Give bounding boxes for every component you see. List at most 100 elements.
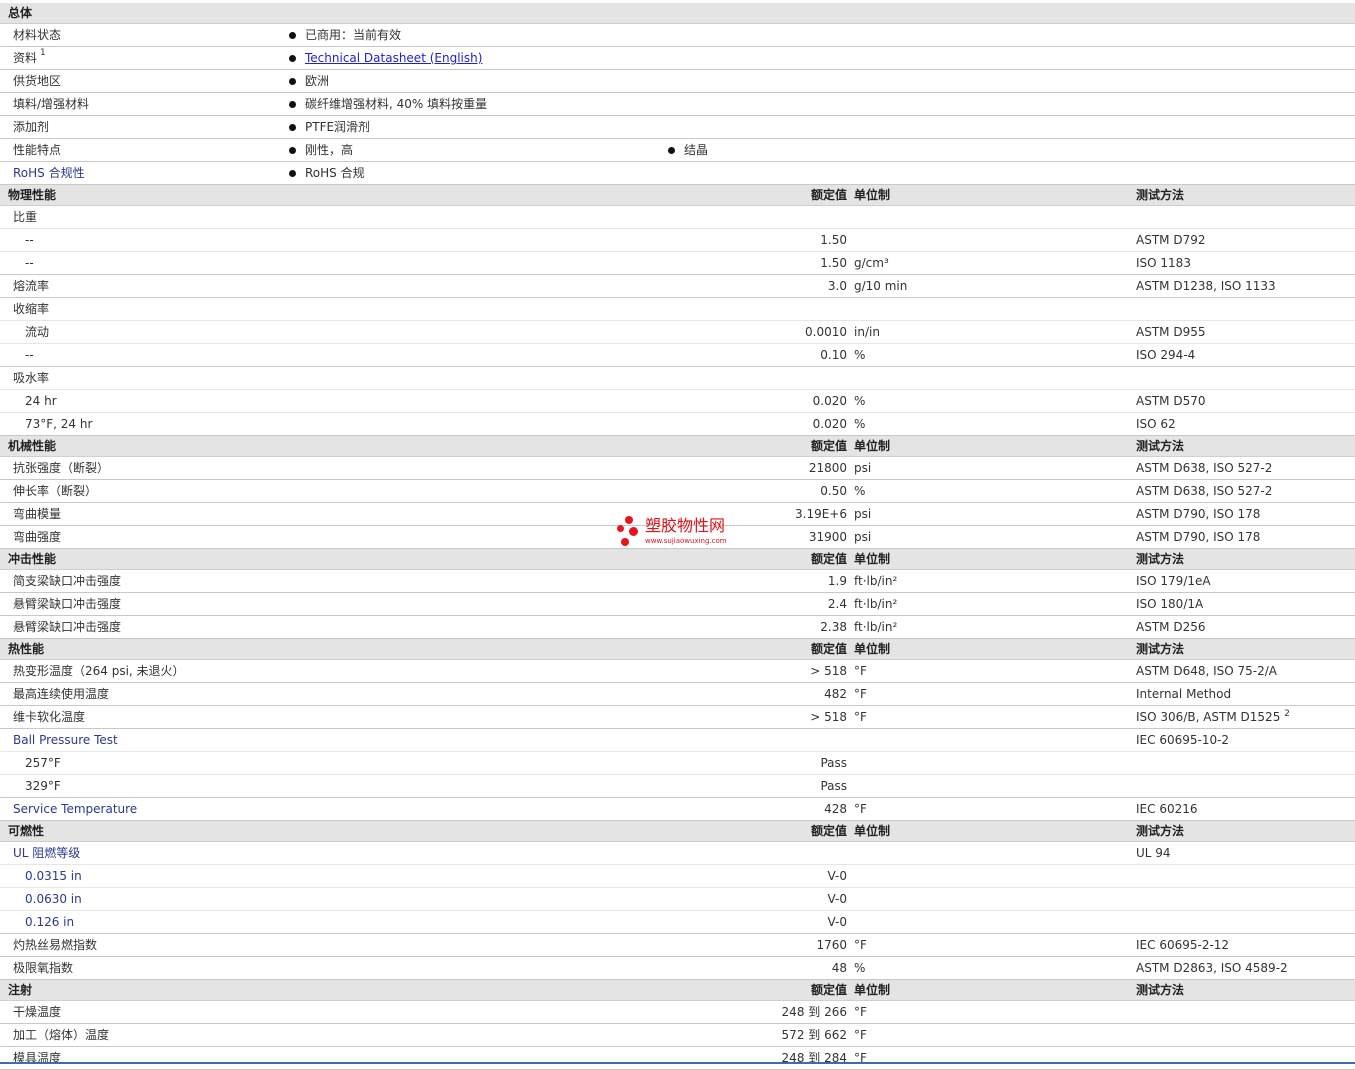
property-row: 模具温度 248 到 284 °F — [0, 1047, 1355, 1070]
property-value: 刚性，高 — [305, 143, 354, 157]
property-unit: psi — [854, 507, 872, 521]
property-unit: °F — [854, 1051, 867, 1065]
unit-header: 单位制 — [854, 824, 891, 838]
property-unit: °F — [854, 664, 867, 678]
property-value: V-0 — [827, 915, 847, 929]
property-value: 248 到 284 — [781, 1051, 847, 1065]
property-label: 0.0630 in — [25, 892, 82, 906]
unit-header: 单位制 — [854, 642, 891, 656]
property-row: 抗张强度（断裂） 21800 psi ASTM D638, ISO 527-2 — [0, 457, 1355, 480]
general-row: 添加剂 PTFE润滑剂 — [0, 116, 1355, 139]
property-row: 最高连续使用温度 482 °F Internal Method — [0, 683, 1355, 706]
test-method: ISO 1183 — [1136, 252, 1191, 275]
watermark-logo: 塑胶物性网 www.sujiaowuxing.com — [615, 516, 745, 550]
test-method: IEC 60695-2-12 — [1136, 934, 1229, 957]
test-method-text: ASTM D570 — [1136, 394, 1206, 408]
property-value: 572 到 662 — [781, 1028, 847, 1042]
test-method-header: 测试方法 — [1136, 983, 1185, 997]
unit-header: 单位制 — [854, 552, 891, 566]
property-label: -- — [25, 256, 34, 270]
watermark-url: www.sujiaowuxing.com — [645, 537, 727, 545]
property-label: 吸水率 — [13, 371, 50, 385]
section-title: 机械性能 — [8, 439, 57, 453]
property-row: 收缩率 — [0, 298, 1355, 321]
property-row: 0.0315 in V-0 — [0, 865, 1355, 888]
property-row: 257°F Pass — [0, 752, 1355, 775]
general-row: 填料/增强材料 碳纤维增强材料, 40% 填料按重量 — [0, 93, 1355, 116]
property-label: 抗张强度（断裂） — [13, 461, 110, 475]
property-value: 1.50 — [820, 256, 847, 270]
nominal-value-header: 额定值 — [810, 188, 847, 202]
property-label: 供货地区 — [13, 74, 62, 88]
property-value: 0.020 — [812, 394, 847, 408]
section-title: 热性能 — [8, 642, 45, 656]
property-label: 资料 — [13, 51, 38, 65]
property-label: 干燥温度 — [13, 1005, 62, 1019]
property-label: 加工（熔体）温度 — [13, 1028, 110, 1042]
general-row: RoHS 合规性 RoHS 合规 — [0, 162, 1355, 185]
property-label: 收缩率 — [13, 302, 50, 316]
section-header: 物理性能 额定值 单位制 测试方法 — [0, 185, 1355, 206]
property-unit: ft·lb/in² — [854, 620, 898, 634]
property-value: 结晶 — [684, 143, 709, 157]
property-label: 悬臂梁缺口冲击强度 — [13, 597, 122, 611]
property-value: 1.50 — [820, 233, 847, 247]
test-method: ASTM D570 — [1136, 390, 1205, 413]
property-label: 极限氧指数 — [13, 961, 74, 975]
test-method: ISO 306/B, ASTM D1525 2 — [1136, 706, 1290, 729]
property-row: UL 阻燃等级 UL 94 — [0, 842, 1355, 865]
property-value: 0.50 — [820, 484, 847, 498]
property-row: 吸水率 — [0, 367, 1355, 390]
property-value: Pass — [820, 756, 847, 770]
property-value: Pass — [820, 779, 847, 793]
general-row: 供货地区 欧洲 — [0, 70, 1355, 93]
bullet-icon — [289, 147, 296, 154]
property-value: > 518 — [810, 664, 847, 678]
property-label: 添加剂 — [13, 120, 50, 134]
test-method-text: ISO 180/1A — [1136, 597, 1204, 611]
bullet-icon — [289, 55, 296, 62]
test-method-header: 测试方法 — [1136, 552, 1185, 566]
test-method-text: ISO 306/B, ASTM D1525 — [1136, 710, 1281, 724]
test-method-text: ASTM D790, ISO 178 — [1136, 530, 1261, 544]
property-label: 最高连续使用温度 — [13, 687, 110, 701]
property-unit: °F — [854, 938, 867, 952]
test-method: ISO 294-4 — [1136, 344, 1195, 367]
property-unit: ft·lb/in² — [854, 574, 898, 588]
test-method-header: 测试方法 — [1136, 439, 1185, 453]
property-row: 极限氧指数 48% ASTM D2863, ISO 4589-2 — [0, 957, 1355, 980]
nominal-value-header: 额定值 — [810, 439, 847, 453]
bullet-icon — [668, 147, 675, 154]
section-title: 总体 — [8, 6, 33, 20]
property-unit: psi — [854, 461, 872, 475]
property-row: 0.126 in V-0 — [0, 911, 1355, 934]
property-row: 加工（熔体）温度 572 到 662 °F — [0, 1024, 1355, 1047]
property-unit: % — [854, 417, 866, 431]
property-unit: % — [854, 348, 866, 362]
test-method: ASTM D1238, ISO 1133 — [1136, 275, 1276, 298]
datasheet-link[interactable]: Technical Datasheet (English) — [305, 47, 482, 70]
property-row: 73°F, 24 hr 0.020% ISO 62 — [0, 413, 1355, 436]
test-method: ISO 62 — [1136, 413, 1176, 436]
bottom-divider — [0, 1062, 1355, 1064]
test-method-text: IEC 60216 — [1136, 802, 1198, 816]
property-row: 熔流率 3.0 g/10 min ASTM D1238, ISO 1133 — [0, 275, 1355, 298]
section-header: 冲击性能 额定值 单位制 测试方法 — [0, 549, 1355, 570]
test-method-text: ASTM D638, ISO 527-2 — [1136, 461, 1273, 475]
test-method: ASTM D955 — [1136, 321, 1205, 344]
test-method: ASTM D638, ISO 527-2 — [1136, 480, 1272, 503]
nominal-value-header: 额定值 — [810, 642, 847, 656]
nominal-value-header: 额定值 — [810, 983, 847, 997]
test-method: ASTM D792 — [1136, 229, 1205, 252]
property-unit: °F — [854, 1028, 867, 1042]
bullet-icon — [289, 78, 296, 85]
test-method: ISO 180/1A — [1136, 593, 1203, 616]
unit-header: 单位制 — [854, 188, 891, 202]
section-header: 可燃性 额定值 单位制 测试方法 — [0, 821, 1355, 842]
property-label: 流动 — [25, 325, 50, 339]
test-method-text: ISO 294-4 — [1136, 348, 1196, 362]
test-method-text: Internal Method — [1136, 687, 1232, 701]
test-method-text: ASTM D648, ISO 75-2/A — [1136, 664, 1277, 678]
footnote-wrap: 1 — [40, 45, 46, 68]
property-value: 0.0010 — [805, 325, 847, 339]
